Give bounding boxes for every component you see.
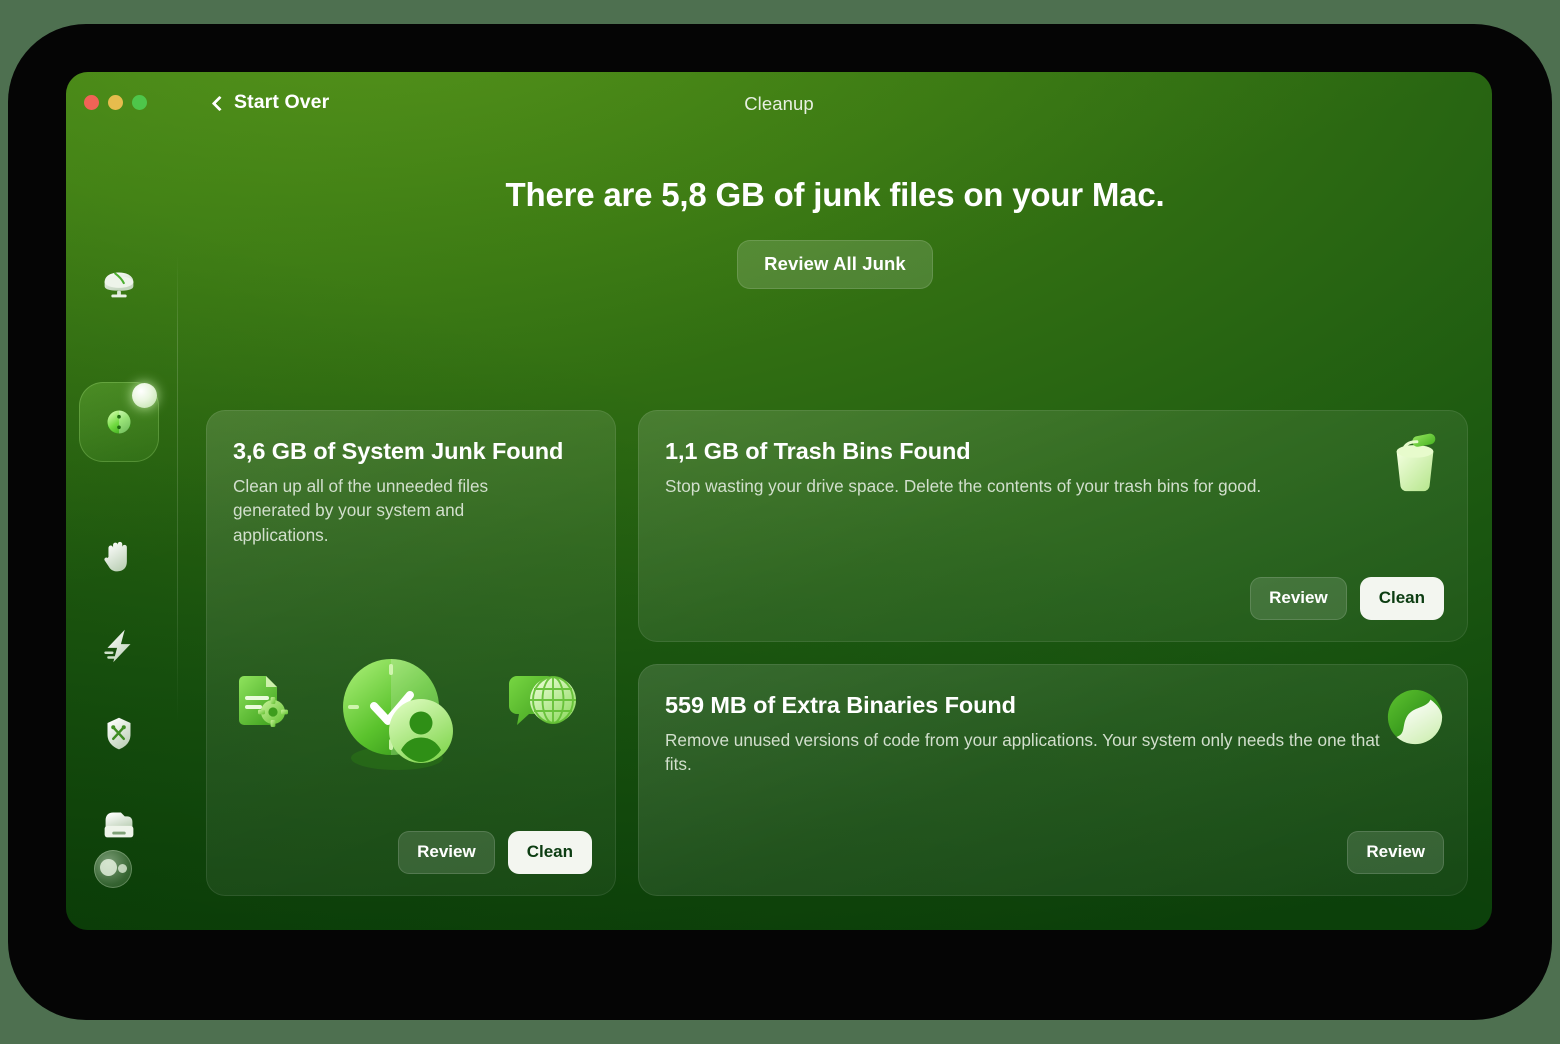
hero-section: There are 5,8 GB of junk files on your M… [178, 176, 1492, 289]
extra-binaries-title: 559 MB of Extra Binaries Found [665, 692, 1016, 718]
avatar-dot-small-icon [118, 864, 127, 873]
my-clutter-drawer-icon [104, 812, 134, 838]
extra-binaries-description: Remove unused versions of code from your… [665, 730, 1380, 775]
trash-bins-title: 1,1 GB of Trash Bins Found [665, 438, 971, 464]
cards-grid: 3,6 GB of System Junk Found Clean up all… [206, 410, 1468, 896]
trash-bin-icon [1396, 433, 1436, 492]
system-junk-title: 3,6 GB of System Junk Found [233, 438, 564, 464]
notification-badge-icon [132, 383, 157, 408]
trash-bins-actions: Review Clean [1250, 577, 1444, 620]
system-junk-actions: Review Clean [398, 831, 592, 874]
protection-hand-icon [104, 541, 127, 572]
trash-bins-description: Stop wasting your drive space. Delete th… [665, 476, 1262, 496]
titlebar: Start Over Cleanup [66, 72, 1492, 134]
system-junk-review-button[interactable]: Review [398, 831, 495, 874]
system-junk-clean-button[interactable]: Clean [507, 831, 592, 874]
trash-bins-card[interactable]: 1,1 GB of Trash Bins Found Stop wasting … [638, 410, 1468, 642]
system-junk-description: Clean up all of the unneeded files gener… [233, 476, 489, 545]
system-junk-card[interactable]: 3,6 GB of System Junk Found Clean up all… [206, 410, 616, 896]
cards-right-column: 1,1 GB of Trash Bins Found Stop wasting … [638, 410, 1468, 896]
smart-scan-icon [104, 272, 134, 298]
binaries-sphere-icon [1387, 689, 1443, 745]
page-title: Cleanup [744, 93, 814, 114]
junk-summary-title: There are 5,8 GB of junk files on your M… [505, 176, 1165, 213]
sidebar-divider [177, 254, 178, 724]
app-window: Start Over Cleanup There are 5,8 GB of j… [66, 72, 1492, 930]
cleanup-icon [107, 410, 131, 434]
sidebar-item-applications[interactable] [79, 694, 159, 774]
extra-binaries-actions: Review [1347, 831, 1444, 874]
review-all-junk-button[interactable]: Review All Junk [737, 240, 933, 289]
performance-bolt-icon [104, 629, 131, 663]
trash-bins-review-button[interactable]: Review [1250, 577, 1347, 620]
sidebar-item-performance[interactable] [79, 606, 159, 686]
sidebar-item-smart-scan[interactable] [79, 244, 159, 324]
system-junk-illustration-art [239, 659, 576, 770]
extra-binaries-card[interactable]: 559 MB of Extra Binaries Found Remove un… [638, 664, 1468, 896]
assistant-avatar[interactable] [94, 850, 132, 888]
avatar-dot-large-icon [100, 859, 117, 876]
sidebar-item-cleanup[interactable] [79, 382, 159, 462]
sidebar [66, 134, 178, 930]
sidebar-item-protection[interactable] [79, 516, 159, 596]
cards-left-column: 3,6 GB of System Junk Found Clean up all… [206, 410, 616, 896]
trash-bins-clean-button[interactable]: Clean [1359, 577, 1444, 620]
extra-binaries-review-button[interactable]: Review [1347, 831, 1444, 874]
system-junk-illustration [206, 648, 616, 778]
applications-shield-icon [107, 717, 131, 750]
